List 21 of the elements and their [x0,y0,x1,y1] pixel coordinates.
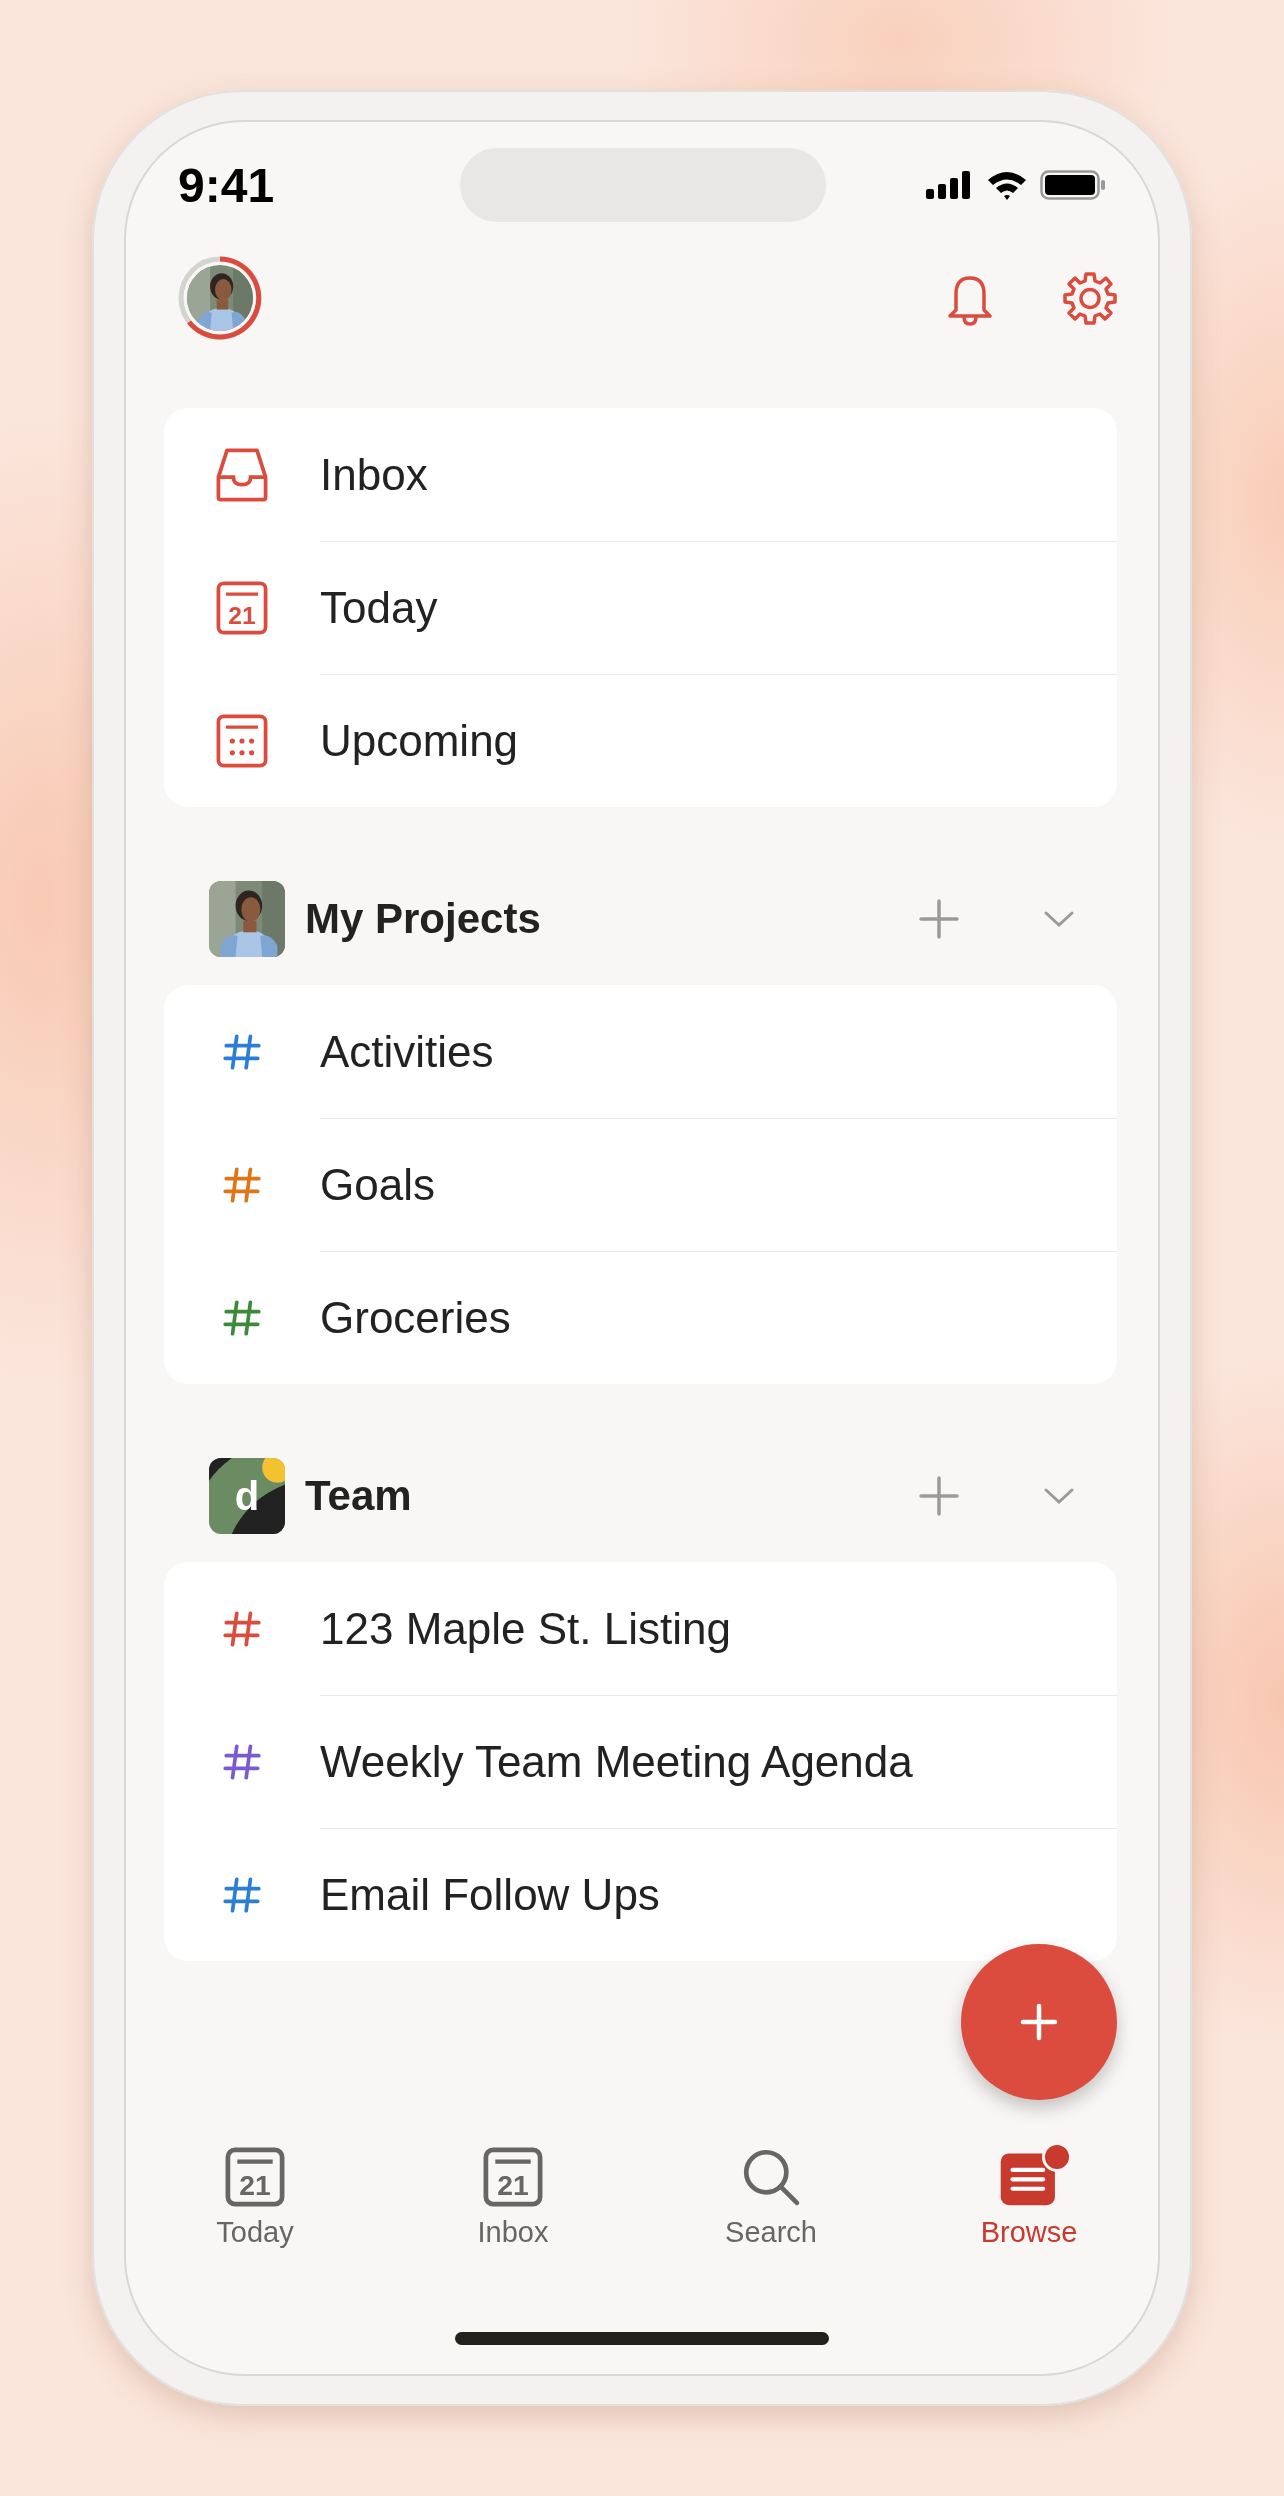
project-item[interactable]: Weekly Team Meeting Agenda [320,1736,913,1787]
add-task-button[interactable] [961,1944,1117,2100]
project-item[interactable]: 123 Maple St. Listing [320,1603,731,1654]
tab[interactable]: Search [642,2130,900,2300]
project-item[interactable]: Email Follow Ups [320,1869,660,1920]
project-item[interactable]: Groceries [320,1292,511,1343]
profile-avatar[interactable] [178,256,262,340]
project-item[interactable]: Activities [320,1026,494,1077]
battery-icon [1040,170,1106,200]
nav-item[interactable]: Upcoming [320,715,519,766]
team-logo: d [209,1458,285,1534]
nav-item[interactable]: Inbox [320,449,428,500]
nav-item[interactable]: Today [320,582,438,633]
project-item[interactable]: Goals [320,1159,435,1210]
tab[interactable]: Browse [900,2130,1158,2300]
section-title[interactable]: My Projects [305,895,541,943]
wifi-icon [986,170,1028,200]
tab[interactable]: 21 Inbox [384,2130,642,2300]
tab[interactable]: 21 Today [126,2130,384,2300]
section-title[interactable]: Team [305,1472,412,1520]
status-time: 9:41 [178,157,275,213]
